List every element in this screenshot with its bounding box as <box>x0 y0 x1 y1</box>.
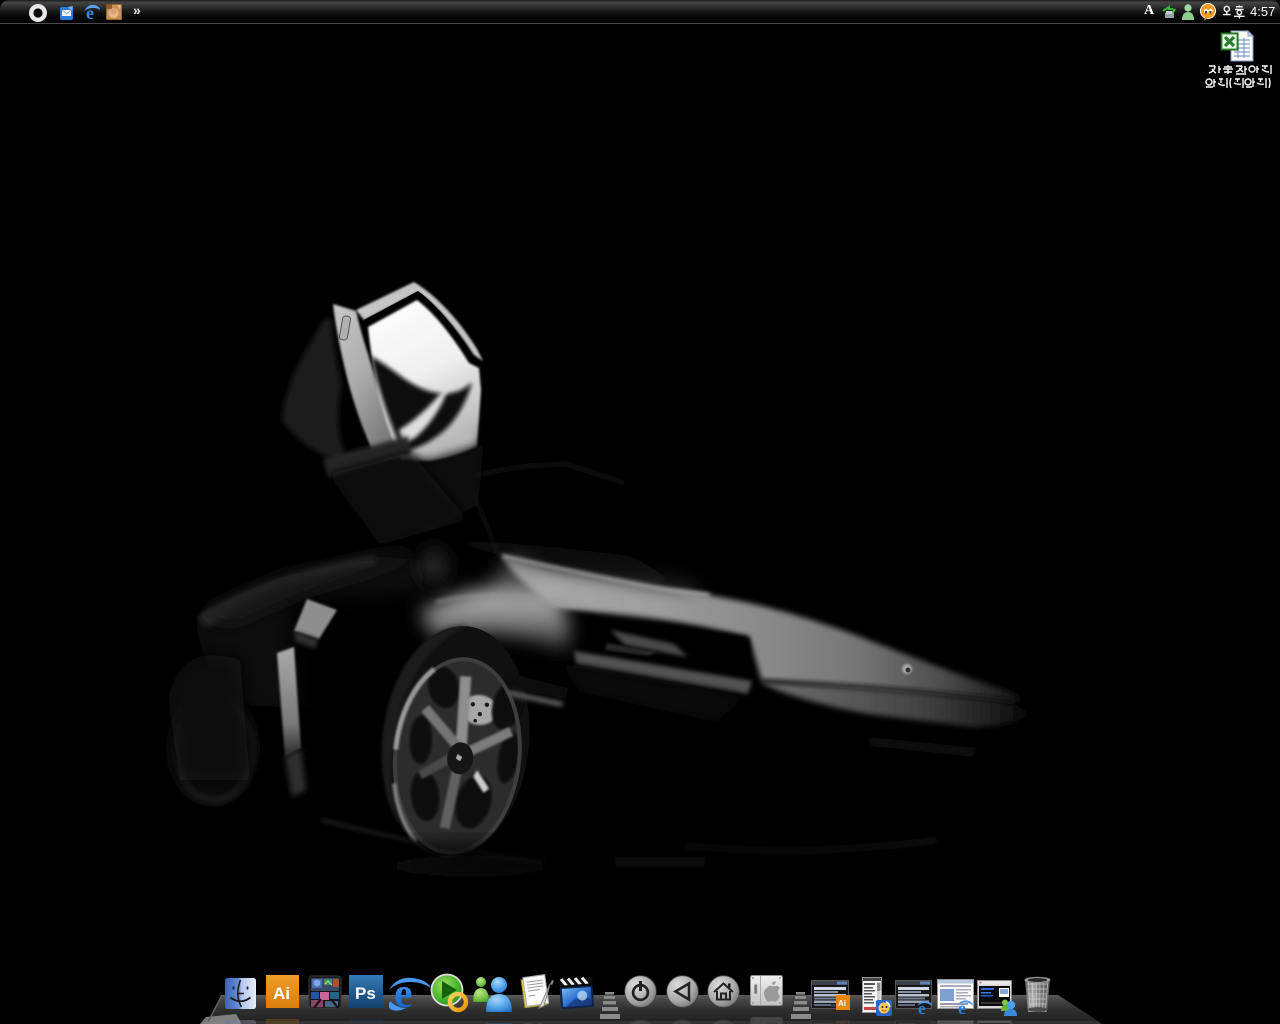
svg-text:Ai: Ai <box>838 999 846 1008</box>
svg-text:Ps: Ps <box>355 984 376 1003</box>
svg-text:Ai: Ai <box>273 984 290 1003</box>
